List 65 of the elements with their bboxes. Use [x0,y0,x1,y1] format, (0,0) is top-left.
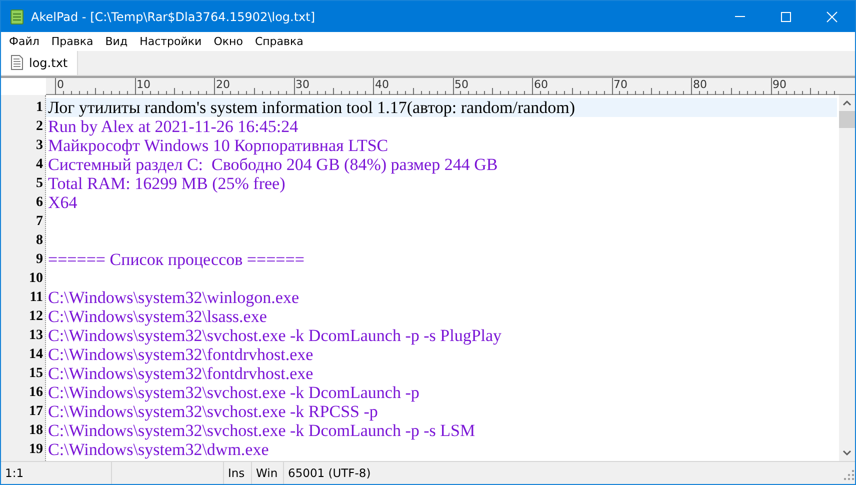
line-number: 1 [35,100,44,117]
ruler-number: 80 [693,78,707,91]
line-number: 19 [28,442,44,459]
encoding: 65001 (UTF-8) [288,466,371,480]
code-line: Майкрософт Windows 10 Корпоративная LTSC [48,136,388,155]
code-line: X64 [48,192,78,212]
insert-mode: Ins [228,466,245,480]
menu-item[interactable]: Окно [208,34,249,48]
line-ending: Win [256,466,278,480]
line-number: 18 [28,422,44,440]
code-line: C:\Windows\system32\svchost.exe -k RPCSS -p [48,402,378,421]
code-line: C:\Windows\system32\svchost.exe -k DcomLaunch -p [48,382,420,402]
line-number: 14 [28,346,44,364]
line-number: 4 [35,156,44,174]
code-line: C:\Windows\system32\lsass.exe [48,306,267,326]
ruler-number: 40 [375,78,389,91]
line-number: 13 [28,328,44,345]
line-number: 15 [28,366,44,383]
line-number: 8 [35,232,44,250]
line-number: 7 [35,214,44,231]
code-line: C:\Windows\system32\dwm.exe [48,440,269,459]
menu-item[interactable]: Правка [45,34,100,48]
code-line: C:\Windows\system32\svchost.exe -k DcomLaunch -p -s LSM [48,420,476,440]
code-line: C:\Windows\system32\fontdrvhost.exe [48,344,314,364]
line-number: 5 [35,176,44,193]
ruler-number: 90 [772,78,786,91]
line-number: 10 [28,270,44,288]
vertical-scrollbar[interactable] [839,94,855,462]
minimize-icon [735,16,745,17]
ruler-number: 30 [296,78,310,91]
ruler-number: 10 [136,78,150,91]
window-title: AkelPad - [C:\Temp\Rar$Dla3764.15902\log.txt] [30,10,316,24]
scroll-thumb[interactable] [839,110,855,128]
ruler-number: 50 [454,78,468,91]
notepad-icon [9,8,25,24]
menu-item[interactable]: Вид [99,34,134,48]
line-number: 2 [35,118,44,136]
line-number: 17 [28,404,44,421]
maximize-icon [780,10,792,22]
line-number: 11 [28,290,44,307]
ruler-number: 20 [216,78,230,91]
line-number: 6 [35,194,44,212]
code-line: Run by Alex at 2021-11-26 16:45:24 [48,116,298,136]
menu-item[interactable]: Настройки [134,34,208,48]
cursor-position: 1:1 [5,466,24,480]
menu-item[interactable]: Файл [3,34,46,48]
ruler-number: 60 [534,78,548,91]
code-line: C:\Windows\system32\fontdrvhost.exe [48,364,314,383]
line-number: 3 [35,138,44,155]
code-line: Лог утилиты random's system information tool 1.17(автор: random/random) [48,98,576,117]
line-number: 12 [28,308,44,326]
line-number: 16 [28,384,44,402]
code-line: C:\Windows\system32\winlogon.exe [48,288,299,307]
code-line: ====== Список процессов ====== [48,250,304,269]
line-number: 9 [35,252,44,269]
code-line: Total RAM: 16299 MB (25% free) [48,174,286,193]
ruler-number: 0 [57,78,64,91]
close-icon [826,10,838,22]
menu-item[interactable]: Справка [248,34,310,48]
resize-grip-icon[interactable] [843,469,855,481]
code-line: C:\Windows\system32\svchost.exe -k DcomLaunch -p -s PlugPlay [48,326,502,345]
document-icon [11,55,23,70]
ruler-number: 70 [614,78,628,91]
file-tab[interactable]: log.txt [1,50,78,75]
code-line: Системный раздел C: Свободно 204 GB (84%) размер 244 GB [48,154,498,174]
